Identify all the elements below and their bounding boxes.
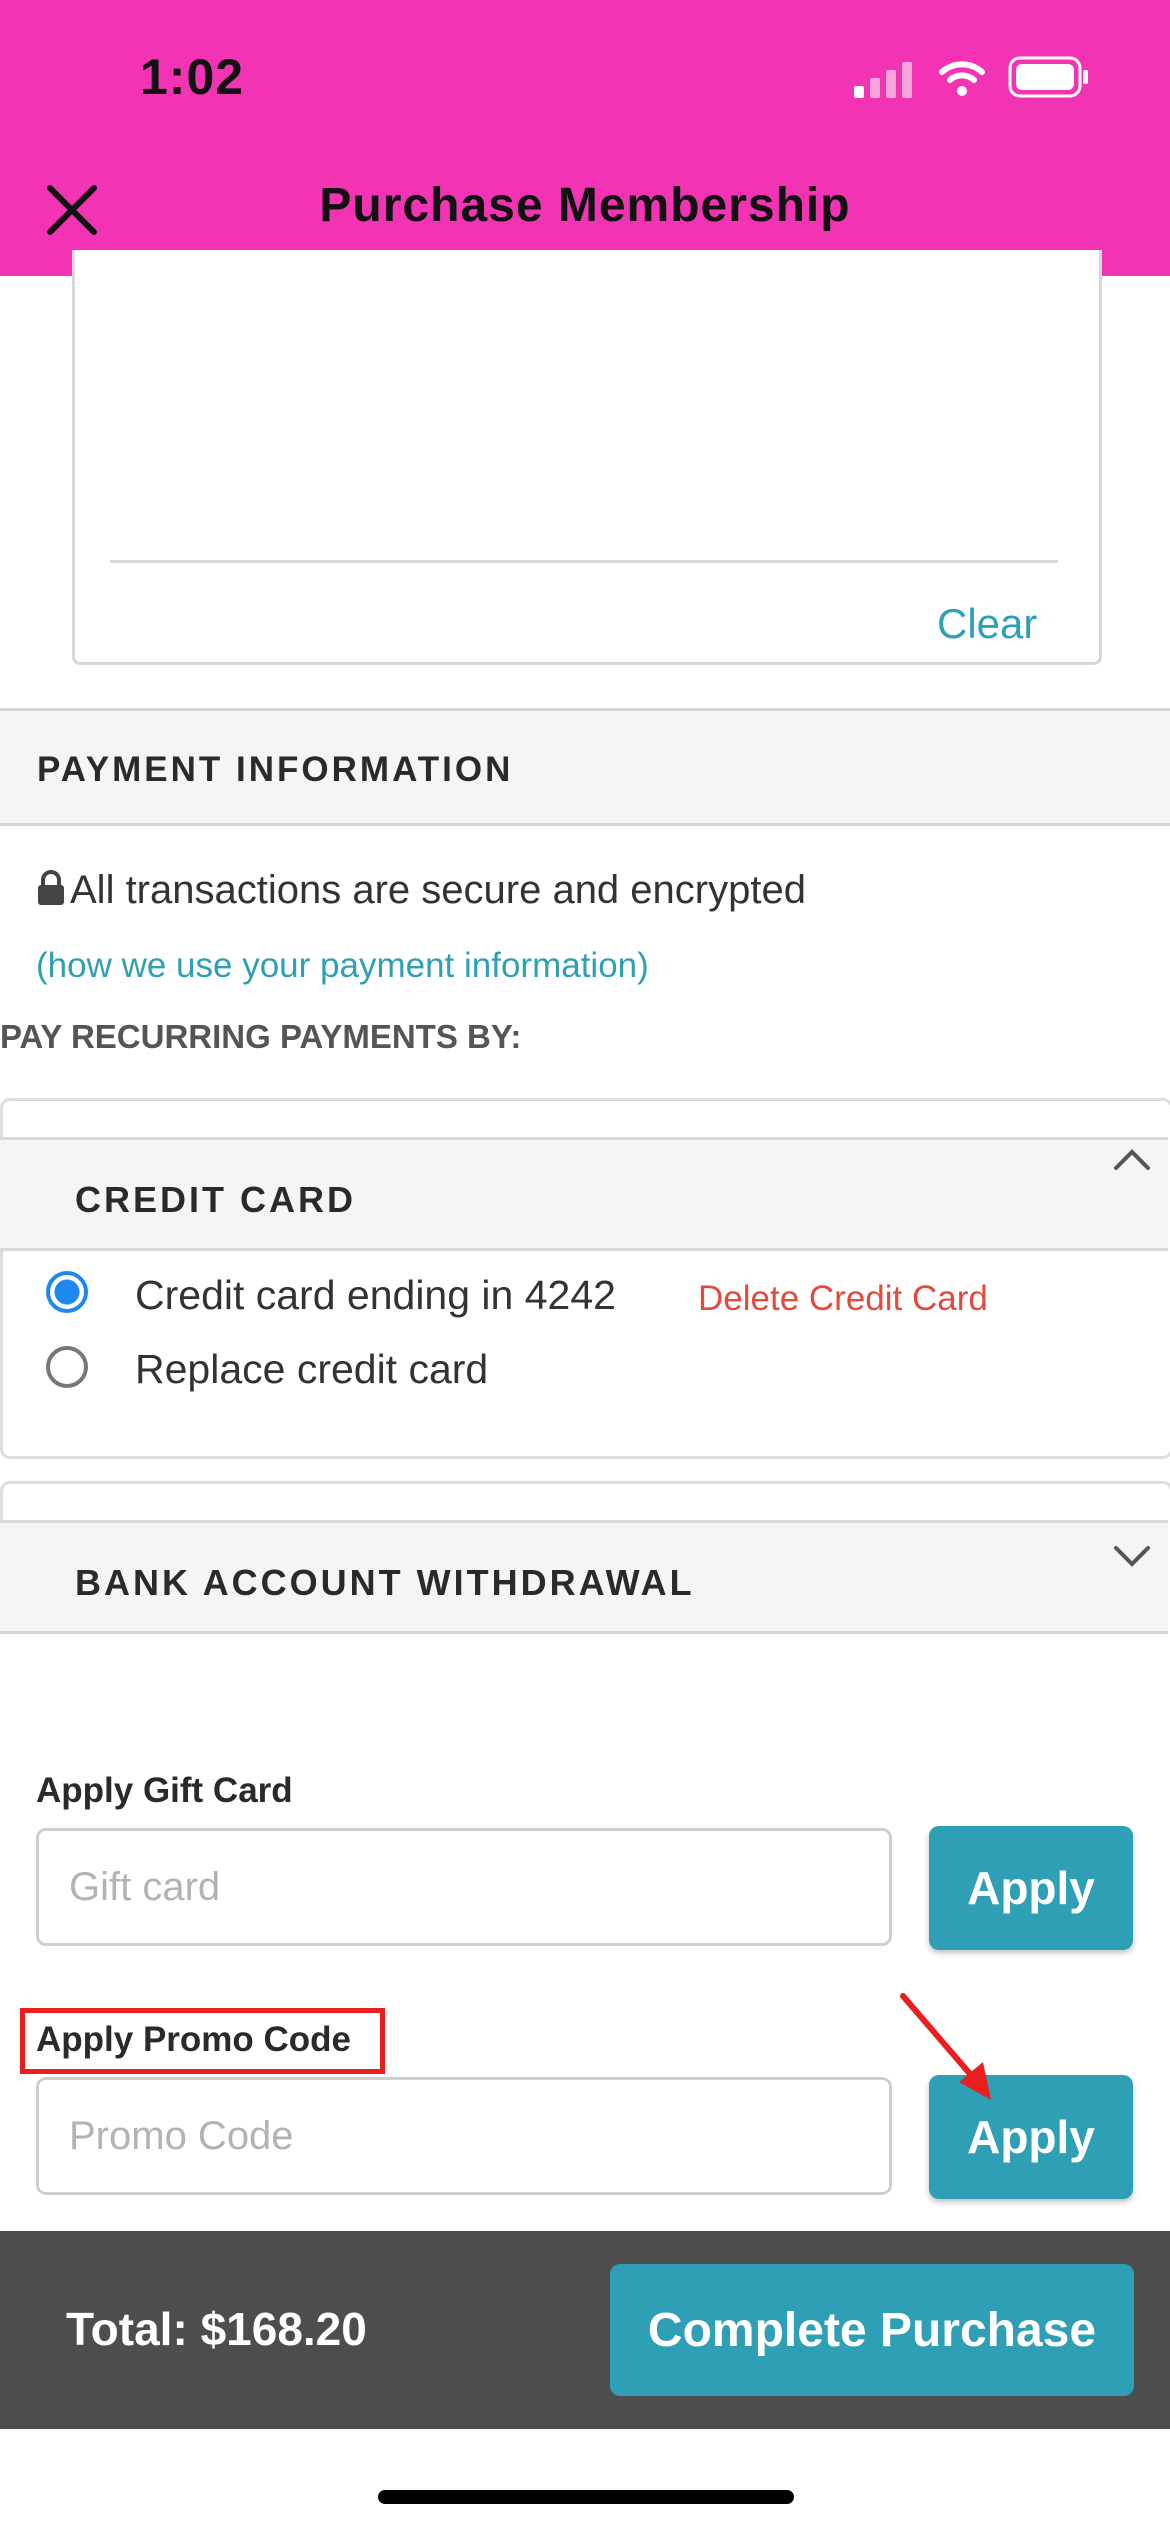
battery-icon	[1008, 56, 1088, 98]
bank-account-title: BANK ACCOUNT WITHDRAWAL	[75, 1562, 695, 1603]
status-time: 1:02	[140, 49, 245, 105]
cellular-signal-icon	[854, 62, 912, 98]
annotation-arrow-icon	[900, 1993, 991, 2100]
complete-purchase-button[interactable]: Complete Purchase	[610, 2264, 1134, 2396]
secure-notice: All transactions are secure and encrypte…	[36, 868, 806, 913]
apply-gift-card-button[interactable]: Apply	[929, 1826, 1133, 1950]
payment-info-link[interactable]: (how we use your payment information)	[36, 946, 649, 986]
signature-line	[110, 560, 1058, 563]
promo-code-input[interactable]	[36, 2077, 892, 2195]
clear-signature-link[interactable]: Clear	[937, 600, 1037, 648]
delete-credit-card-link[interactable]: Delete Credit Card	[698, 1279, 988, 1319]
credit-card-title: CREDIT CARD	[75, 1179, 356, 1220]
page-title: Purchase Membership	[319, 179, 851, 232]
promo-code-label: Apply Promo Code	[36, 2020, 352, 2059]
radio-existing-card[interactable]	[46, 1271, 88, 1313]
order-total: Total: $168.20	[66, 2303, 367, 2355]
chevron-up-icon[interactable]	[1112, 1140, 1152, 1180]
gift-card-input[interactable]	[36, 1828, 892, 1946]
payment-section-title: PAYMENT INFORMATION	[37, 750, 514, 789]
gift-card-label: Apply Gift Card	[36, 1771, 293, 1810]
radio-replace-card[interactable]	[46, 1346, 88, 1388]
wifi-icon	[939, 61, 985, 96]
lock-icon	[38, 870, 64, 905]
existing-card-label: Credit card ending in 4242	[135, 1272, 616, 1318]
home-indicator	[378, 2490, 794, 2504]
chevron-down-icon[interactable]	[1112, 1536, 1152, 1576]
recurring-payments-label: PAY RECURRING PAYMENTS BY:	[0, 1018, 522, 1055]
replace-card-label: Replace credit card	[135, 1346, 489, 1392]
secure-text: All transactions are secure and encrypte…	[70, 868, 806, 912]
app-header	[0, 0, 1170, 276]
